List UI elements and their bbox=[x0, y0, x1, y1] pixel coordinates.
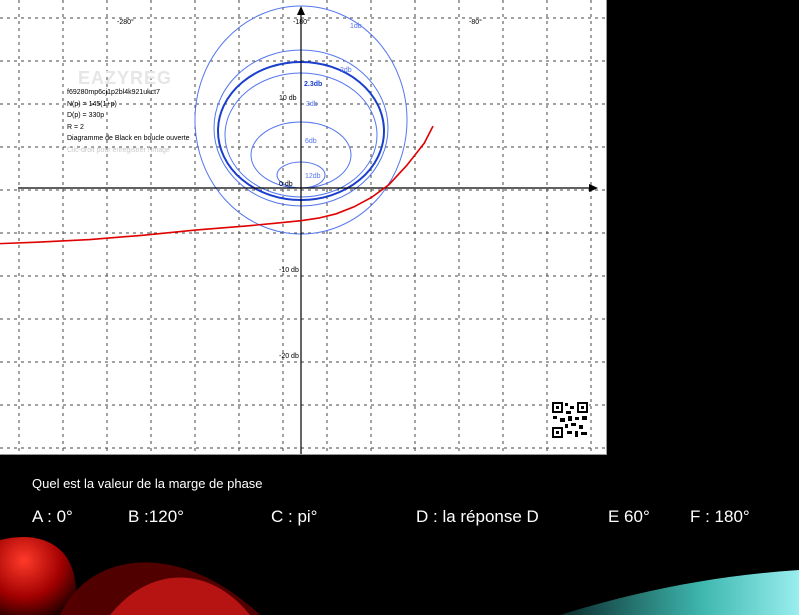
y-tick-label: -20 db bbox=[279, 353, 299, 360]
chart-title: Diagramme de Black en boucle ouverte bbox=[67, 135, 190, 142]
y-tick-label: 0 db bbox=[279, 181, 293, 188]
contour-label: 1db bbox=[350, 23, 362, 30]
info-r: R = 2 bbox=[67, 123, 84, 131]
answer-c[interactable]: C : pi° bbox=[271, 507, 317, 527]
answer-a[interactable]: A : 0° bbox=[32, 507, 73, 527]
contour-label: 3db bbox=[306, 101, 318, 108]
answer-f[interactable]: F : 180° bbox=[690, 507, 750, 527]
contour-label: 6db bbox=[305, 138, 317, 145]
info-block: f69280mp6cj1p2bl4k921ukct7 N(p) = 145(1+… bbox=[67, 87, 190, 156]
info-denominator: D(p) = 330p bbox=[67, 112, 105, 119]
open-loop-curve bbox=[0, 125, 434, 245]
y-tick-label: -10 db bbox=[279, 267, 299, 274]
x-axis-arrow-icon bbox=[589, 184, 598, 192]
contour-label: 2db bbox=[340, 67, 352, 74]
decorative-background bbox=[0, 536, 799, 615]
y-axis-arrow-icon bbox=[297, 6, 305, 15]
info-id: f69280mp6cj1p2bl4k921ukct7 bbox=[67, 89, 161, 96]
info-numerator: N(p) = 145(1+p) bbox=[67, 100, 117, 108]
answer-b[interactable]: B :120° bbox=[128, 507, 184, 527]
black-nichols-chart: 1db 2db 2.3db 3db 6db 12db -280° -180° -80° 10 db… bbox=[0, 0, 607, 455]
contour-label: 2.3db bbox=[304, 81, 322, 88]
x-tick-label: -80° bbox=[469, 18, 482, 26]
x-tick-label: -180° bbox=[293, 18, 310, 26]
answer-e[interactable]: E 60° bbox=[608, 507, 650, 527]
y-tick-label: 10 db bbox=[279, 95, 297, 102]
qr-code-icon bbox=[551, 401, 589, 439]
watermark-logo: EAZYREG bbox=[78, 68, 173, 88]
save-hint: Clic-droit pour enregistrer l'image bbox=[67, 146, 170, 154]
question-text: Quel est la valeur de la marge de phase bbox=[32, 476, 263, 491]
contour-label: 12db bbox=[305, 173, 321, 180]
x-tick-label: -280° bbox=[117, 18, 134, 26]
answer-d[interactable]: D : la réponse D bbox=[416, 507, 539, 527]
